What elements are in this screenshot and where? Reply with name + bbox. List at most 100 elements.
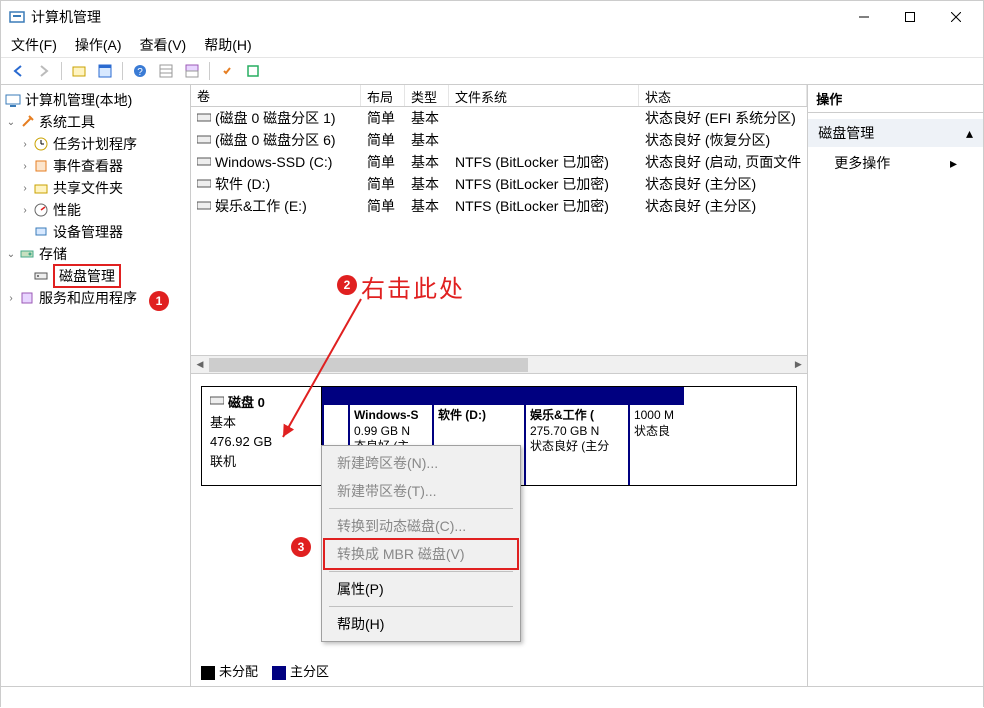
nav-tree: 计算机管理(本地) ⌄ 系统工具 › 任务计划程序 › 事件查看器 › 共享文件… [1,85,191,686]
expand-icon[interactable]: › [19,161,31,172]
menu-action[interactable]: 操作(A) [73,33,124,57]
legend-primary-swatch [272,666,286,680]
tree-root[interactable]: 计算机管理(本地) [1,89,190,111]
collapse-icon[interactable]: ⌄ [5,249,17,260]
expand-icon[interactable]: › [19,183,31,194]
toolbar-icon-5[interactable] [216,60,238,82]
volume-type: 基本 [405,107,449,129]
actions-more[interactable]: 更多操作 ▸ [808,147,983,179]
volume-row[interactable]: Windows-SSD (C:)简单基本NTFS (BitLocker 已加密)… [191,151,807,173]
storage-icon [19,246,35,262]
toolbar-icon-1[interactable] [68,60,90,82]
partition-size: 1000 M [634,408,680,424]
maximize-button[interactable] [887,2,933,32]
ctx-properties[interactable]: 属性(P) [325,575,517,603]
ctx-to-dynamic[interactable]: 转换到动态磁盘(C)... [325,512,517,540]
ctx-help[interactable]: 帮助(H) [325,610,517,638]
volume-layout: 简单 [361,173,405,195]
legend: 未分配 主分区 [201,661,329,680]
disk-status: 联机 [210,452,313,472]
expand-icon[interactable]: › [19,139,31,150]
scroll-right-icon[interactable]: ▶ [789,357,807,373]
actions-diskmgmt[interactable]: 磁盘管理 ▴ [808,119,983,147]
volume-header: 卷 布局 类型 文件系统 状态 [191,85,807,107]
partition[interactable]: 娱乐&工作 (275.70 GB N状态良好 (主分 [524,387,628,485]
disk-size: 476.92 GB [210,432,313,452]
menu-file[interactable]: 文件(F) [9,33,59,57]
volume-status: 状态良好 (恢复分区) [639,129,807,151]
volume-name: (磁盘 0 磁盘分区 1) [215,108,336,128]
folder-icon [33,180,49,196]
volume-icon [197,198,211,214]
actions-header: 操作 [808,85,983,113]
forward-button[interactable] [33,60,55,82]
ctx-new-spanned[interactable]: 新建跨区卷(N)... [325,449,517,477]
col-status[interactable]: 状态 [639,85,807,106]
toolbar-icon-4[interactable] [181,60,203,82]
partition[interactable]: 1000 M状态良 [628,387,684,485]
volume-row[interactable]: 软件 (D:)简单基本NTFS (BitLocker 已加密)状态良好 (主分区… [191,173,807,195]
close-button[interactable] [933,2,979,32]
volume-icon [197,176,211,192]
perf-icon [33,202,49,218]
status-bar [1,686,983,708]
volume-status: 状态良好 (EFI 系统分区) [639,107,807,129]
menu-help[interactable]: 帮助(H) [202,33,253,57]
collapse-icon[interactable]: ⌄ [5,117,17,128]
toolbar-icon-2[interactable] [94,60,116,82]
partition-size: 275.70 GB N [530,424,624,440]
expand-icon[interactable]: › [5,293,17,304]
volume-name: 娱乐&工作 (E:) [215,196,307,216]
toolbar-icon-6[interactable] [242,60,264,82]
scroll-thumb[interactable] [209,358,528,372]
tree-eventviewer[interactable]: › 事件查看器 [1,155,190,177]
partition-name: 娱乐&工作 ( [530,408,624,424]
window-title: 计算机管理 [31,7,841,27]
tree-performance[interactable]: › 性能 [1,199,190,221]
disk-icon [210,393,224,413]
tree-scheduler[interactable]: › 任务计划程序 [1,133,190,155]
svg-text:?: ? [137,67,143,78]
toolbar-icon-3[interactable] [155,60,177,82]
scroll-left-icon[interactable]: ◀ [191,357,209,373]
col-volume[interactable]: 卷 [191,85,361,106]
help-icon[interactable]: ? [129,60,151,82]
annotation-badge-3: 3 [291,537,311,557]
tree-devmgr[interactable]: 设备管理器 [1,221,190,243]
app-icon [9,9,25,25]
col-type[interactable]: 类型 [405,85,449,106]
expand-icon[interactable]: › [19,205,31,216]
tree-diskmgmt[interactable]: 磁盘管理 [1,265,190,287]
volume-status: 状态良好 (主分区) [639,195,807,217]
volume-row[interactable]: (磁盘 0 磁盘分区 1)简单基本状态良好 (EFI 系统分区) [191,107,807,129]
context-menu: 新建跨区卷(N)... 新建带区卷(T)... 转换到动态磁盘(C)... 转换… [321,445,521,642]
collapse-icon: ▴ [966,125,973,142]
volume-status: 状态良好 (启动, 页面文件 [639,151,807,173]
partition-size: 0.99 GB N [354,424,428,440]
chevron-right-icon: ▸ [950,155,957,172]
ctx-to-mbr[interactable]: 转换成 MBR 磁盘(V) [323,538,519,570]
tree-shared[interactable]: › 共享文件夹 [1,177,190,199]
volume-status: 状态良好 (主分区) [639,173,807,195]
back-button[interactable] [7,60,29,82]
tree-systools[interactable]: ⌄ 系统工具 [1,111,190,133]
volume-layout: 简单 [361,195,405,217]
volume-fs: NTFS (BitLocker 已加密) [449,173,639,195]
volume-row[interactable]: 娱乐&工作 (E:)简单基本NTFS (BitLocker 已加密)状态良好 (… [191,195,807,217]
volume-type: 基本 [405,129,449,151]
menu-bar: 文件(F) 操作(A) 查看(V) 帮助(H) [1,33,983,57]
col-layout[interactable]: 布局 [361,85,405,106]
col-filesystem[interactable]: 文件系统 [449,85,639,106]
ctx-new-striped[interactable]: 新建带区卷(T)... [325,477,517,505]
disk-0-info[interactable]: 磁盘 0 基本 476.92 GB 联机 [202,387,322,485]
partition-name: 软件 (D:) [438,408,520,424]
disk-type: 基本 [210,413,313,433]
partition-name: Windows-S [354,408,428,424]
horizontal-scrollbar[interactable]: ◀ ▶ [191,355,807,373]
volume-icon [197,154,211,170]
menu-view[interactable]: 查看(V) [138,33,189,57]
partition-status: 状态良 [634,424,680,440]
tree-storage[interactable]: ⌄ 存储 [1,243,190,265]
minimize-button[interactable] [841,2,887,32]
volume-row[interactable]: (磁盘 0 磁盘分区 6)简单基本状态良好 (恢复分区) [191,129,807,151]
